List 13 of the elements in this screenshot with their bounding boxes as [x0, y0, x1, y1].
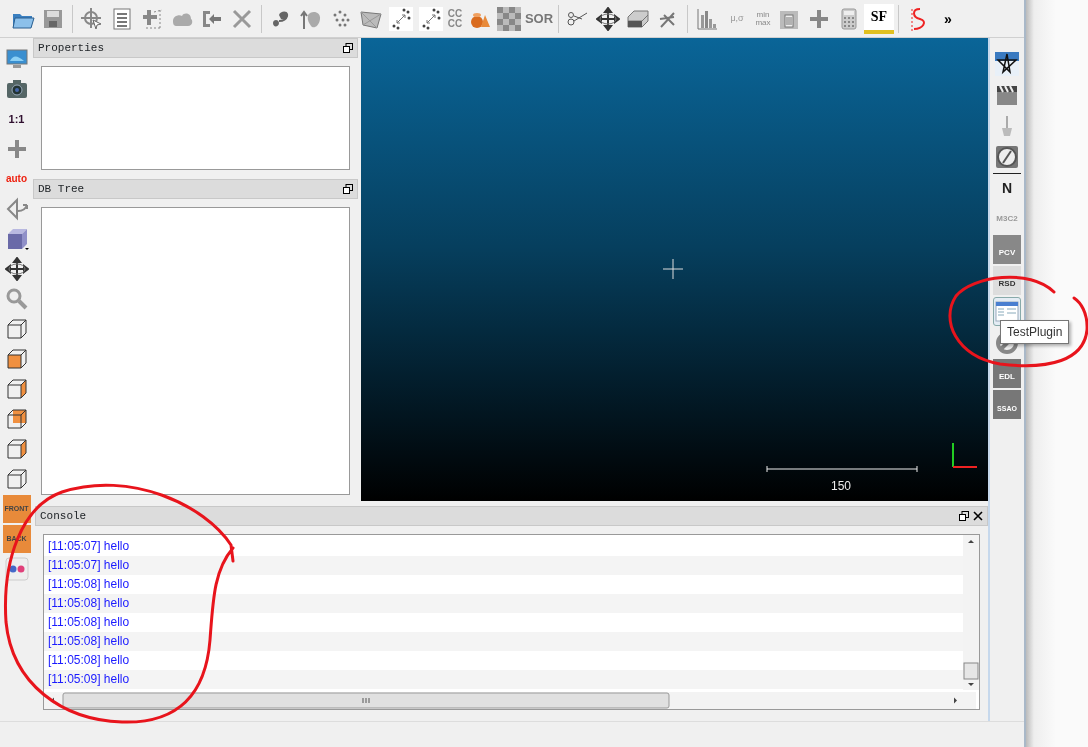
log-line: [11:05:07] hello	[48, 558, 130, 572]
tooltip: TestPlugin	[1000, 320, 1070, 344]
log-line: [11:05:08] hello	[48, 577, 130, 591]
panel-title: Console	[40, 508, 87, 524]
log-line: [11:05:08] hello	[48, 653, 130, 667]
log-line: [11:05:09] hello	[48, 672, 130, 686]
log-line: [11:05:08] hello	[48, 615, 130, 629]
panel-title: Properties	[38, 40, 104, 56]
log-line: [11:05:08] hello	[48, 596, 130, 610]
panel-title: DB Tree	[38, 181, 85, 197]
scale-label: 150	[831, 478, 852, 495]
log-line: [11:05:07] hello	[48, 539, 130, 553]
log-line: [11:05:08] hello	[48, 634, 130, 648]
